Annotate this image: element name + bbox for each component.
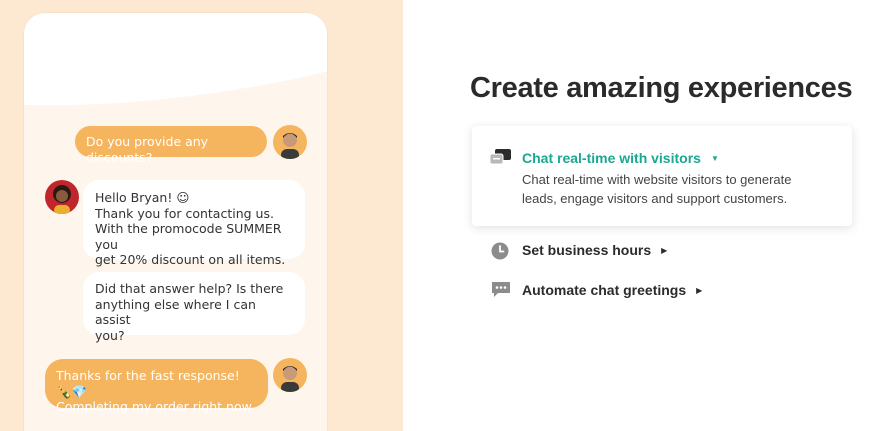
- visitor-avatar: [273, 358, 307, 392]
- caret-right-icon: ▶: [661, 245, 668, 255]
- feature-description: Chat real-time with website visitors to …: [522, 172, 792, 206]
- feature-title: Set business hours: [522, 242, 652, 258]
- caret-down-icon: ▼: [710, 153, 719, 163]
- chat-bubbles-icon: [489, 148, 512, 171]
- chat-message-agent: Did that answer help? Is there anything …: [83, 272, 305, 343]
- chat-dots-icon: [491, 281, 511, 303]
- chat-message-visitor: Do you provide any discounts?: [75, 126, 267, 165]
- clock-icon: [491, 242, 509, 265]
- feature-toggle-business-hours[interactable]: Set business hours ▶: [522, 242, 667, 258]
- feature-toggle-chat-greetings[interactable]: Automate chat greetings ▶: [522, 282, 702, 298]
- visitor-avatar: [273, 125, 307, 159]
- caret-right-icon: ▶: [696, 285, 703, 295]
- feature-toggle-chat-realtime[interactable]: Chat real-time with visitors ▼: [522, 150, 719, 166]
- agent-avatar: [45, 180, 79, 214]
- chat-window-header: [24, 13, 327, 125]
- chat-message-agent: Hello Bryan! ☺ Thank you for contacting …: [83, 180, 305, 267]
- feature-title: Automate chat greetings: [522, 282, 687, 298]
- feature-title: Chat real-time with visitors: [522, 150, 701, 166]
- chat-message-visitor: Thanks for the fast response! 🍾💎 Complet…: [45, 359, 268, 414]
- page-headline: Create amazing experiences: [470, 72, 853, 104]
